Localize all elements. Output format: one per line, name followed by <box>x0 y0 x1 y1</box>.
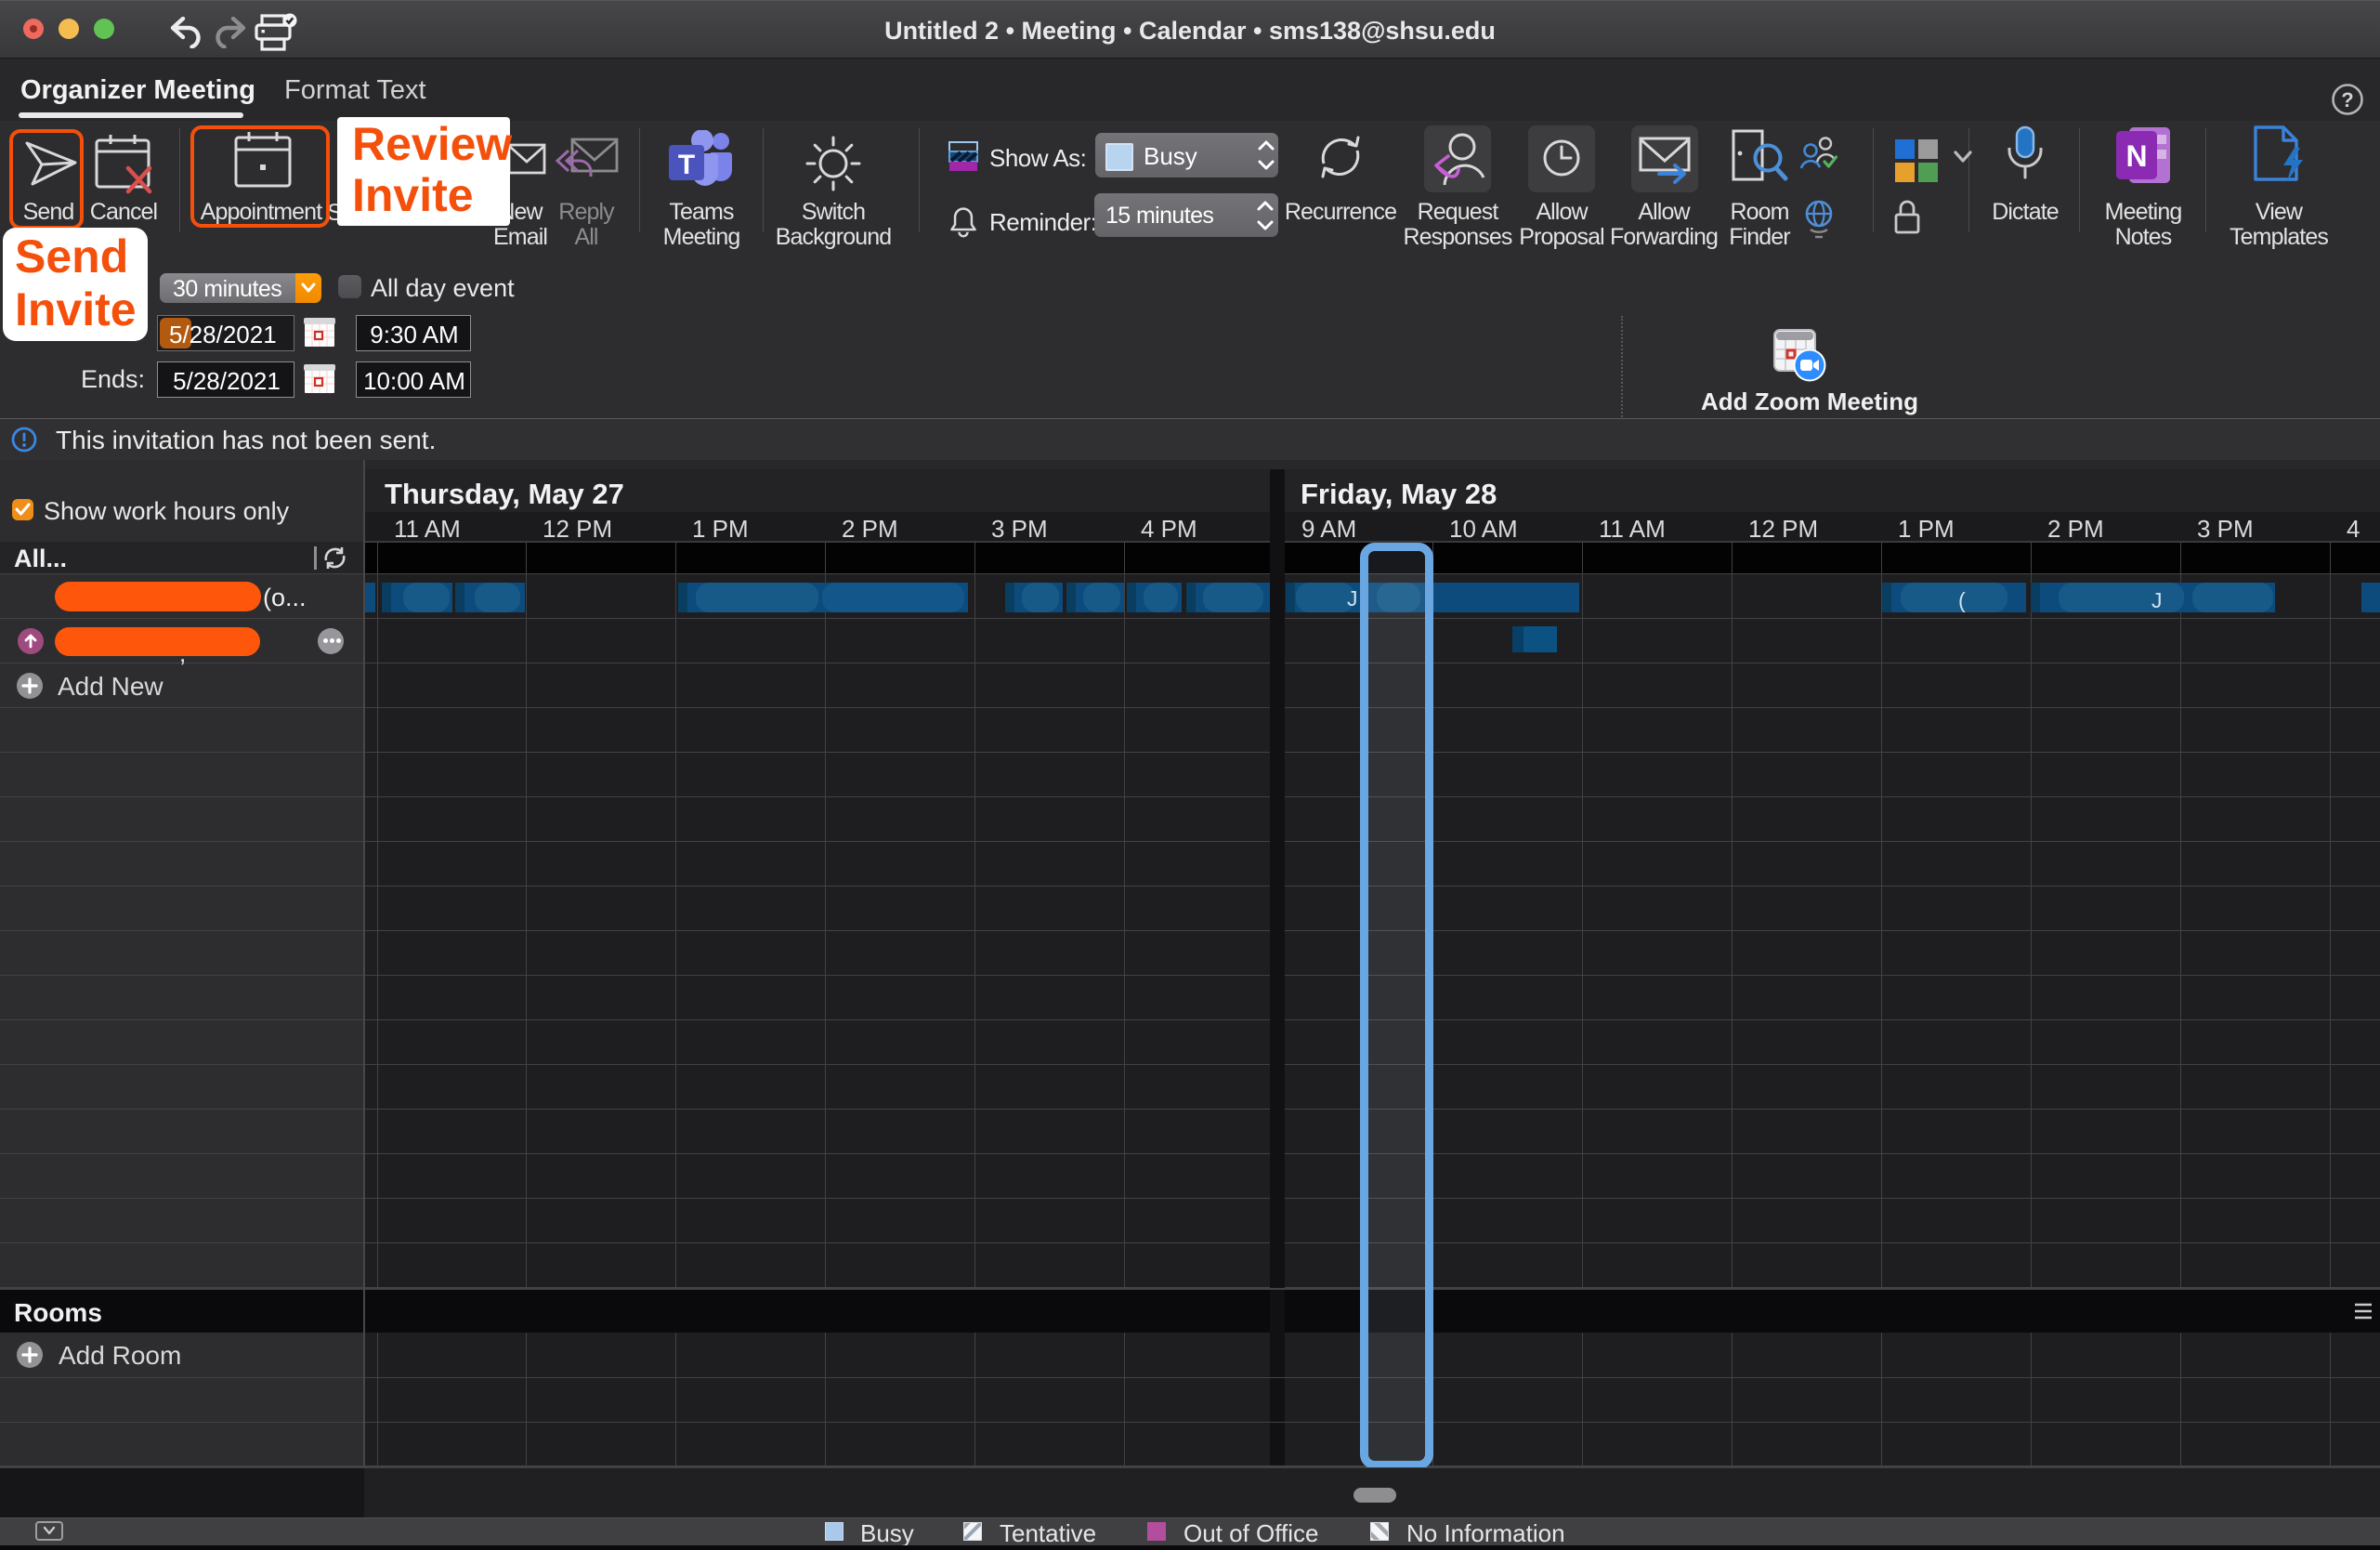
svg-text:N: N <box>2125 139 2147 173</box>
svg-text:?: ? <box>2341 88 2353 112</box>
svg-text:T: T <box>678 150 695 180</box>
